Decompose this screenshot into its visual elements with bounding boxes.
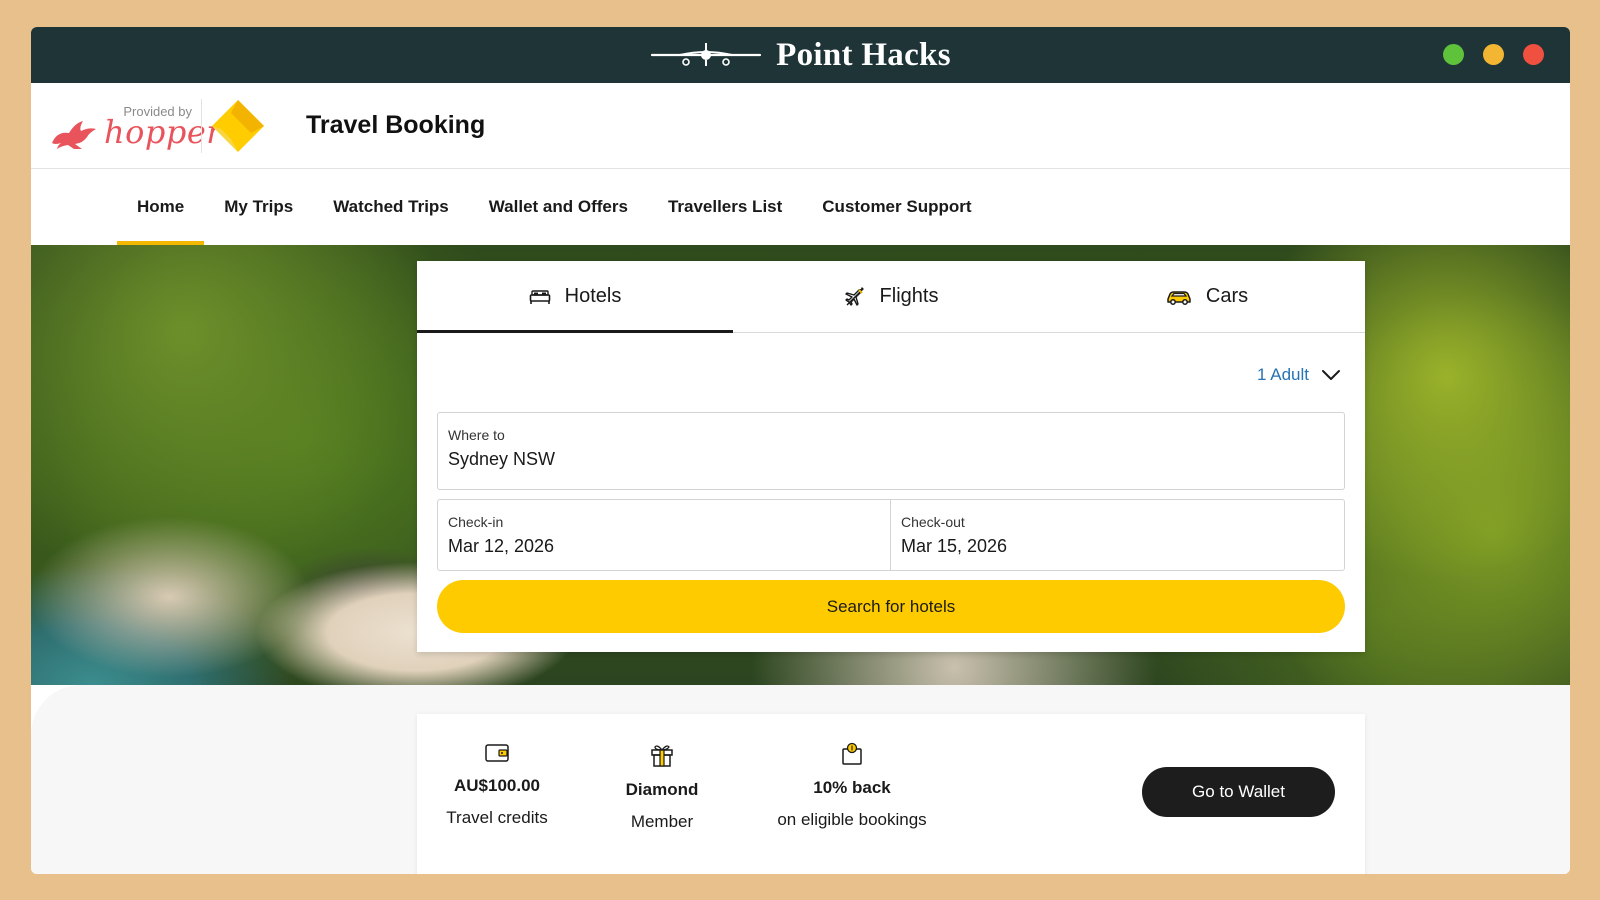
car-icon bbox=[1167, 290, 1191, 305]
chevron-down-icon bbox=[1322, 370, 1340, 380]
main-nav: Home My Trips Watched Trips Wallet and O… bbox=[31, 169, 1570, 245]
nav-home[interactable]: Home bbox=[117, 169, 205, 245]
plane-icon bbox=[844, 286, 864, 306]
tab-cars-label: Cars bbox=[1205, 285, 1249, 307]
header-divider bbox=[201, 99, 202, 153]
app-header: Provided by hopper Travel Booking bbox=[31, 83, 1570, 169]
reward-cashback: 10% back on eligible bookings bbox=[772, 742, 932, 830]
check-in-field[interactable]: Check-in bbox=[437, 499, 891, 571]
check-out-field[interactable]: Check-out bbox=[890, 499, 1345, 571]
travel-credits-label: Travel credits bbox=[446, 808, 548, 827]
window-controls bbox=[1443, 44, 1544, 65]
check-in-label: Check-in bbox=[448, 514, 504, 530]
travel-credits-value: AU$100.00 bbox=[453, 776, 540, 795]
search-hotels-button[interactable]: Search for hotels bbox=[437, 580, 1345, 633]
tab-cars[interactable]: Cars bbox=[1049, 261, 1365, 332]
maximize-button[interactable] bbox=[1443, 44, 1464, 65]
cashback-icon bbox=[842, 742, 862, 765]
minimize-button[interactable] bbox=[1483, 44, 1504, 65]
search-tabs: Hotels Flights Cars bbox=[417, 261, 1365, 333]
search-card: Hotels Flights Cars 1 Adult Where to Syd… bbox=[417, 261, 1365, 652]
nav-my-trips[interactable]: My Trips bbox=[204, 169, 313, 245]
check-out-label: Check-out bbox=[901, 514, 965, 530]
airplane-logo-icon bbox=[651, 43, 762, 66]
check-out-input[interactable] bbox=[901, 536, 1334, 557]
check-in-input[interactable] bbox=[448, 536, 880, 557]
go-to-wallet-button[interactable]: Go to Wallet bbox=[1142, 767, 1335, 817]
nav-watched-trips[interactable]: Watched Trips bbox=[313, 169, 469, 245]
cashback-label: on eligible bookings bbox=[777, 810, 927, 829]
member-tier-label: Member bbox=[630, 812, 694, 831]
hopper-bunny-icon bbox=[52, 121, 96, 149]
tab-hotels[interactable]: Hotels bbox=[417, 261, 733, 333]
nav-wallet-and-offers[interactable]: Wallet and Offers bbox=[469, 169, 648, 245]
travellers-dropdown[interactable]: 1 Adult bbox=[1257, 365, 1341, 385]
reward-travel-credits: AU$100.00 Travel credits bbox=[442, 742, 552, 828]
nav-travellers-list[interactable]: Travellers List bbox=[648, 169, 802, 245]
browser-window: Point Hacks Provided by hopper Travel Bo… bbox=[31, 27, 1570, 874]
hopper-logo[interactable]: Provided by hopper bbox=[49, 103, 222, 153]
cashback-value: 10% back bbox=[813, 778, 891, 797]
where-to-input[interactable] bbox=[448, 449, 1334, 470]
travellers-value: 1 Adult bbox=[1257, 365, 1309, 384]
commbank-logo-icon bbox=[212, 100, 264, 152]
gift-icon bbox=[651, 745, 673, 767]
bed-icon bbox=[529, 289, 550, 304]
brand-title: Point Hacks bbox=[776, 36, 951, 73]
where-to-label: Where to bbox=[448, 427, 505, 443]
nav-customer-support[interactable]: Customer Support bbox=[802, 169, 991, 245]
close-button[interactable] bbox=[1523, 44, 1544, 65]
rewards-card: AU$100.00 Travel credits Diamond Member … bbox=[417, 714, 1365, 874]
wallet-icon bbox=[485, 744, 509, 762]
brand: Point Hacks bbox=[650, 37, 951, 74]
member-tier-value: Diamond bbox=[625, 780, 699, 799]
where-to-field[interactable]: Where to bbox=[437, 412, 1345, 490]
hopper-wordmark: hopper bbox=[104, 113, 223, 151]
reward-member-tier: Diamond Member bbox=[612, 742, 712, 832]
title-bar: Point Hacks bbox=[31, 27, 1570, 83]
tab-flights[interactable]: Flights bbox=[733, 261, 1049, 332]
tab-hotels-label: Hotels bbox=[564, 285, 622, 307]
app-title: Travel Booking bbox=[306, 111, 486, 139]
tab-flights-label: Flights bbox=[879, 285, 939, 307]
